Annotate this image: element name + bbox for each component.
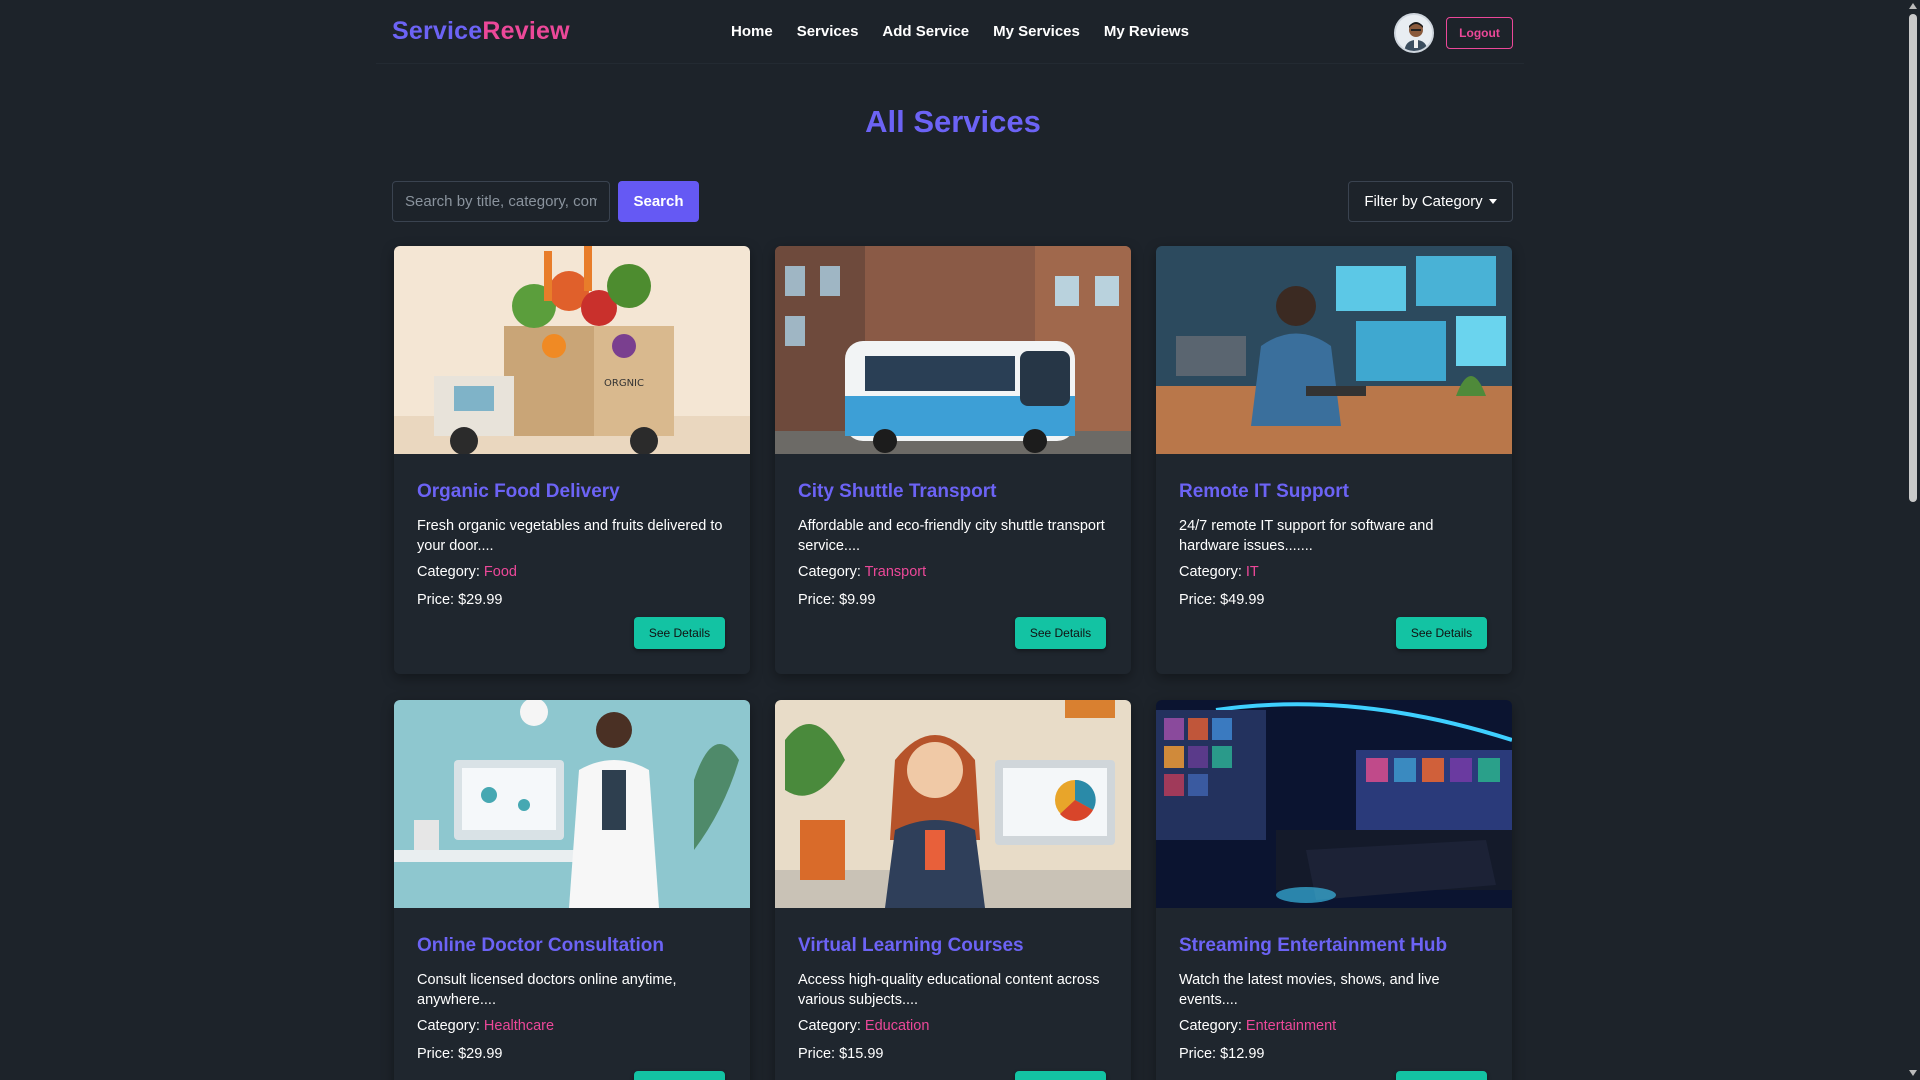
category-label: Category:: [1179, 1018, 1246, 1034]
service-image: [1156, 700, 1512, 908]
service-description: Affordable and eco-friendly city shuttle…: [798, 518, 1105, 554]
service-description: Watch the latest movies, shows, and live…: [1179, 972, 1440, 1008]
scroll-up-arrow-icon[interactable]: [1909, 3, 1917, 9]
online-doctor-illustration: [394, 700, 750, 908]
site-logo[interactable]: ServiceReview: [392, 17, 570, 46]
category-value: Education: [864, 1018, 930, 1034]
service-category: Category: Entertainment: [1179, 1018, 1336, 1034]
service-title: Organic Food Delivery: [417, 481, 620, 502]
scrollbar-thumb[interactable]: [1909, 14, 1917, 502]
category-value: Food: [483, 564, 517, 580]
service-title: Online Doctor Consultation: [417, 935, 664, 956]
service-price: Price: $15.99: [798, 1046, 884, 1062]
navbar: ServiceReview Home Services Add Service …: [376, 0, 1524, 64]
service-card: Virtual Learning Courses Access high-qua…: [775, 700, 1131, 1080]
caret-down-icon: [1488, 199, 1497, 204]
page-scrollbar[interactable]: [1906, 0, 1920, 1080]
page-title: All Services: [865, 104, 1041, 139]
service-category: Category: Transport: [798, 564, 926, 580]
city-shuttle-illustration: [775, 246, 1131, 454]
logout-button[interactable]: Logout: [1446, 17, 1513, 49]
category-label: Category:: [798, 564, 865, 580]
svg-text:ORGNIC: ORGNIC: [604, 378, 644, 389]
filter-by-category-dropdown[interactable]: Filter by Category: [1348, 181, 1513, 222]
service-description: 24/7 remote IT support for software and …: [1179, 518, 1434, 554]
service-price: Price: $29.99: [417, 592, 503, 608]
search-input[interactable]: [392, 181, 610, 222]
nav-link-my-reviews[interactable]: My Reviews: [1104, 23, 1189, 40]
user-avatar[interactable]: [1394, 13, 1434, 53]
virtual-learning-illustration: [775, 700, 1131, 908]
service-image: [775, 246, 1131, 454]
service-price: Price: $12.99: [1179, 1046, 1265, 1062]
service-description: Consult licensed doctors online anytime,…: [417, 972, 677, 1008]
service-category: Category: Healthcare: [417, 1018, 554, 1034]
see-details-button[interactable]: See Details: [634, 1071, 725, 1080]
category-label: Category:: [417, 1018, 484, 1034]
service-description: Access high-quality educational content …: [798, 972, 1100, 1008]
see-details-button[interactable]: See Details: [1396, 617, 1487, 649]
remote-it-illustration: [1156, 246, 1512, 454]
search-button[interactable]: Search: [618, 181, 699, 222]
category-value: Healthcare: [483, 1018, 555, 1034]
service-image: [394, 700, 750, 908]
streaming-hub-illustration: [1156, 700, 1512, 908]
nav-link-add-service[interactable]: Add Service: [882, 23, 969, 40]
service-price: Price: $29.99: [417, 1046, 503, 1062]
service-price: Price: $9.99: [798, 592, 876, 608]
nav-links: Home Services Add Service My Services My…: [731, 23, 1189, 40]
scroll-down-arrow-icon[interactable]: [1909, 1070, 1917, 1076]
service-image: ORGNIC: [394, 246, 750, 454]
filter-label: Filter by Category: [1364, 193, 1483, 210]
see-details-button[interactable]: See Details: [1396, 1071, 1487, 1080]
service-category: Category: IT: [1179, 564, 1259, 580]
service-description: Fresh organic vegetables and fruits deli…: [417, 518, 723, 554]
service-card: Remote IT Support 24/7 remote IT support…: [1156, 246, 1512, 674]
service-price: Price: $49.99: [1179, 592, 1265, 608]
category-label: Category:: [1179, 564, 1246, 580]
see-details-button[interactable]: See Details: [1015, 617, 1106, 649]
service-card: City Shuttle Transport Affordable and ec…: [775, 246, 1131, 674]
category-value: IT: [1245, 564, 1259, 580]
category-value: Transport: [864, 564, 927, 580]
organic-food-illustration: ORGNIC: [394, 246, 750, 454]
logo-part-service: Service: [392, 17, 483, 45]
service-card: Streaming Entertainment Hub Watch the la…: [1156, 700, 1512, 1080]
nav-link-services[interactable]: Services: [797, 23, 859, 40]
see-details-button[interactable]: See Details: [1015, 1071, 1106, 1080]
category-label: Category:: [417, 564, 484, 580]
see-details-button[interactable]: See Details: [634, 617, 725, 649]
avatar-image: [1396, 15, 1432, 51]
service-image: [1156, 246, 1512, 454]
nav-link-home[interactable]: Home: [731, 23, 773, 40]
service-card: Online Doctor Consultation Consult licen…: [394, 700, 750, 1080]
service-title: Streaming Entertainment Hub: [1179, 935, 1448, 956]
service-title: Virtual Learning Courses: [798, 935, 1024, 956]
category-label: Category:: [798, 1018, 865, 1034]
service-card: ORGNIC Organic Food Delivery Fresh organ…: [394, 246, 750, 674]
service-category: Category: Education: [798, 1018, 929, 1034]
category-value: Entertainment: [1245, 1018, 1337, 1034]
nav-link-my-services[interactable]: My Services: [993, 23, 1080, 40]
service-title: City Shuttle Transport: [798, 481, 997, 502]
service-category: Category: Food: [417, 564, 517, 580]
logo-part-review: Review: [482, 17, 570, 45]
service-title: Remote IT Support: [1179, 481, 1349, 502]
service-image: [775, 700, 1131, 908]
